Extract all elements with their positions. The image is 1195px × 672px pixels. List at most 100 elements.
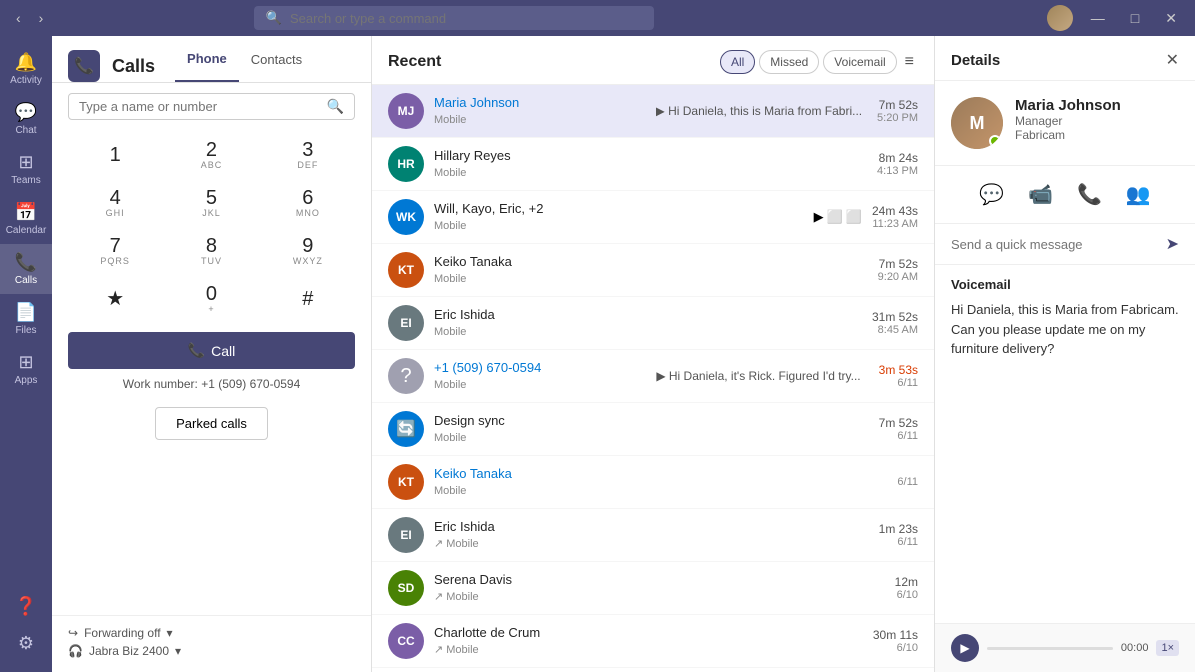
chat-icon: 💬 — [15, 102, 37, 123]
call-name: Maria Johnson — [434, 95, 646, 110]
tab-contacts[interactable]: Contacts — [239, 52, 314, 81]
call-info: +1 (509) 670-0594 Mobile — [434, 360, 646, 393]
contact-info: Maria Johnson Manager Fabricam — [1015, 97, 1121, 142]
call-duration: 7m 52s — [879, 98, 918, 112]
call-info: Keiko Tanaka Mobile — [434, 466, 887, 499]
call-name: Serena Davis — [434, 572, 885, 587]
sidebar-bottom: ❓ ⚙ — [15, 588, 37, 672]
calls-title: Calls — [112, 56, 155, 77]
call-item[interactable]: KT Keiko Tanaka Mobile 6/11 — [372, 456, 934, 509]
search-input[interactable] — [290, 11, 642, 26]
call-button[interactable]: 📞 Call — [68, 332, 355, 369]
right-panel: Details ✕ M Maria Johnson Manager Fabric… — [935, 36, 1195, 672]
sidebar-item-chat[interactable]: 💬 Chat — [0, 94, 52, 144]
call-duration: 7m 52s — [879, 257, 918, 271]
sidebar-item-activity[interactable]: 🔔 Activity — [0, 44, 52, 94]
details-actions: 💬 📹 📞 👥 — [935, 166, 1195, 224]
dialpad-key-2[interactable]: 2ABC — [164, 132, 258, 178]
more-action-button[interactable]: 👥 — [1122, 178, 1155, 211]
sidebar-item-files[interactable]: 📄 Files — [0, 294, 52, 344]
sidebar-item-help[interactable]: ❓ — [15, 588, 37, 625]
call-avatar: EI — [388, 305, 424, 341]
filter-voicemail[interactable]: Voicemail — [823, 50, 896, 74]
audio-speed-button[interactable]: 1× — [1156, 640, 1179, 656]
jabra-row[interactable]: 🎧 Jabra Biz 2400 ▾ — [68, 644, 355, 658]
calls-header-icon: 📞 — [68, 50, 100, 82]
call-item[interactable]: 🔄 Design sync Mobile 7m 52s 6/11 — [372, 403, 934, 456]
audio-progress[interactable] — [987, 647, 1113, 650]
sidebar-item-apps[interactable]: ⊞ Apps — [0, 344, 52, 394]
call-item[interactable]: SD Serena Davis ↗ Mobile 12m 6/10 — [372, 562, 934, 615]
dialpad-key-7[interactable]: 7PQRS — [68, 228, 162, 274]
call-item[interactable]: KB Kadji Bell ↗ Mobile 7m 52s 6/10 — [372, 668, 934, 672]
send-button[interactable]: ➤ — [1166, 234, 1179, 254]
parked-calls-button[interactable]: Parked calls — [155, 407, 268, 440]
call-item[interactable]: EI Eric Ishida ↗ Mobile 1m 23s 6/11 — [372, 509, 934, 562]
dialpad-key-3[interactable]: 3DEF — [261, 132, 355, 178]
dialpad-key-0[interactable]: 0+ — [164, 276, 258, 322]
message-action-button[interactable]: 💬 — [975, 178, 1008, 211]
call-item[interactable]: MJ Maria Johnson Mobile ▶ Hi Daniela, th… — [372, 85, 934, 138]
content: 📞 Calls Phone Contacts 🔍 12ABC3DEF 4GHI5J… — [52, 36, 1195, 672]
call-name: Design sync — [434, 413, 869, 428]
forwarding-row[interactable]: ↪ Forwarding off ▾ — [68, 626, 355, 640]
maximize-button[interactable]: □ — [1123, 10, 1147, 26]
call-action-button[interactable]: 📞 — [1073, 178, 1106, 211]
call-name: Charlotte de Crum — [434, 625, 863, 640]
dialpad-key-#[interactable]: # — [261, 276, 355, 322]
call-time: 5:20 PM — [877, 112, 918, 124]
nav-forward-button[interactable]: › — [33, 8, 50, 28]
filter-more-button[interactable]: ≡ — [901, 53, 918, 71]
play-button[interactable]: ▶ — [951, 634, 979, 662]
call-button-label: Call — [211, 343, 235, 359]
call-time: 6/11 — [897, 476, 918, 488]
call-item[interactable]: EI Eric Ishida Mobile 31m 52s 8:45 AM — [372, 297, 934, 350]
sidebar-item-teams[interactable]: ⊞ Teams — [0, 144, 52, 194]
minimize-button[interactable]: — — [1083, 10, 1113, 26]
audio-time: 00:00 — [1121, 642, 1149, 654]
quick-message-input[interactable] — [951, 237, 1158, 252]
nav-back-button[interactable]: ‹ — [10, 8, 27, 28]
call-info: Will, Kayo, Eric, +2 Mobile — [434, 201, 804, 234]
sidebar-item-calendar[interactable]: 📅 Calendar — [0, 194, 52, 244]
call-name: Keiko Tanaka — [434, 254, 868, 269]
call-item[interactable]: ? +1 (509) 670-0594 Mobile ▶ Hi Daniela,… — [372, 350, 934, 403]
call-item[interactable]: HR Hillary Reyes Mobile 8m 24s 4:13 PM — [372, 138, 934, 191]
call-avatar: KT — [388, 464, 424, 500]
close-button[interactable]: ✕ — [1157, 10, 1185, 27]
call-info: Charlotte de Crum ↗ Mobile — [434, 625, 863, 658]
dialpad-key-★[interactable]: ★ — [68, 276, 162, 322]
dialpad-key-6[interactable]: 6MNO — [261, 180, 355, 226]
call-name: Eric Ishida — [434, 519, 869, 534]
titlebar-nav: ‹ › — [10, 8, 49, 28]
sidebar-item-settings[interactable]: ⚙ — [15, 625, 37, 662]
tab-phone[interactable]: Phone — [175, 51, 239, 82]
call-avatar: WK — [388, 199, 424, 235]
files-icon: 📄 — [15, 302, 37, 323]
help-icon: ❓ — [15, 596, 37, 617]
call-avatar: CC — [388, 623, 424, 659]
main-layout: 🔔 Activity 💬 Chat ⊞ Teams 📅 Calendar 📞 C… — [0, 36, 1195, 672]
sidebar-item-label: Activity — [10, 75, 42, 86]
dialpad-key-4[interactable]: 4GHI — [68, 180, 162, 226]
call-item[interactable]: WK Will, Kayo, Eric, +2 Mobile ▶⬜⬜ 24m 4… — [372, 191, 934, 244]
call-time: 6/11 — [897, 377, 918, 389]
dialpad-key-5[interactable]: 5JKL — [164, 180, 258, 226]
sidebar-item-calls[interactable]: 📞 Calls — [0, 244, 52, 294]
call-item[interactable]: KT Keiko Tanaka Mobile 7m 52s 9:20 AM — [372, 244, 934, 297]
search-bar: 🔍 — [68, 93, 355, 120]
details-close-button[interactable]: ✕ — [1166, 50, 1179, 70]
filter-missed[interactable]: Missed — [759, 50, 819, 74]
call-info: Maria Johnson Mobile — [434, 95, 646, 128]
dialpad-key-1[interactable]: 1 — [68, 132, 162, 178]
dialpad-search-input[interactable] — [79, 99, 327, 114]
dialpad-key-8[interactable]: 8TUV — [164, 228, 258, 274]
call-meta: 7m 52s 6/11 — [879, 416, 918, 442]
video-action-button[interactable]: 📹 — [1024, 178, 1057, 211]
chevron-down-icon: ▾ — [167, 626, 173, 640]
dialpad-key-9[interactable]: 9WXYZ — [261, 228, 355, 274]
call-item[interactable]: CC Charlotte de Crum ↗ Mobile 30m 11s 6/… — [372, 615, 934, 668]
call-duration: 12m — [895, 575, 918, 589]
filter-all[interactable]: All — [720, 50, 755, 74]
call-avatar: 🔄 — [388, 411, 424, 447]
